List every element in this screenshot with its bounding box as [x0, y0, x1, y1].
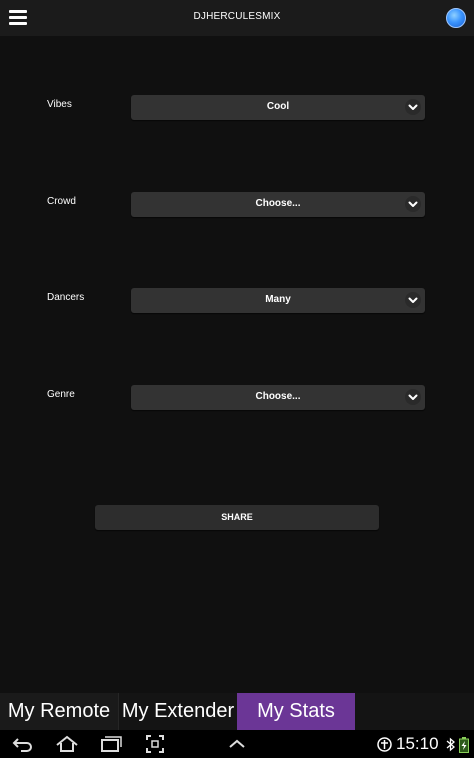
- genre-select[interactable]: Choose...: [131, 385, 425, 410]
- screen: DJHERCULESMIX Vibes Cool Crowd Choose...…: [0, 0, 474, 758]
- accessibility-icon: [377, 737, 392, 757]
- connection-status-dot[interactable]: [446, 8, 466, 28]
- tab-my-remote[interactable]: My Remote: [0, 693, 118, 730]
- crowd-select-value: Choose...: [255, 198, 301, 209]
- battery-charging-icon: [459, 737, 469, 758]
- chevron-up-icon[interactable]: [227, 734, 247, 758]
- vibes-select-value: Cool: [266, 101, 290, 112]
- form-row-crowd: Crowd Choose...: [0, 192, 474, 218]
- bluetooth-icon: [446, 737, 455, 757]
- form-row-genre: Genre Choose...: [0, 385, 474, 411]
- screenshot-icon[interactable]: [145, 734, 165, 758]
- dancers-label: Dancers: [47, 292, 85, 303]
- crowd-label: Crowd: [47, 196, 76, 207]
- chevron-down-icon: [405, 99, 421, 115]
- form-row-dancers: Dancers Many: [0, 288, 474, 314]
- form-row-vibes: Vibes Cool: [0, 95, 474, 121]
- tab-bar: My Remote My Extender My Stats: [0, 693, 474, 730]
- back-icon[interactable]: [12, 734, 34, 758]
- genre-select-value: Choose...: [255, 391, 301, 402]
- chevron-down-icon: [405, 292, 421, 308]
- clock: 15:10: [396, 734, 439, 753]
- system-navigation-bar: 15:10: [0, 730, 474, 758]
- chevron-down-icon: [405, 196, 421, 212]
- vibes-label: Vibes: [47, 99, 72, 110]
- tab-my-extender[interactable]: My Extender: [118, 693, 237, 730]
- dancers-select[interactable]: Many: [131, 288, 425, 313]
- genre-label: Genre: [47, 389, 75, 400]
- tab-my-stats[interactable]: My Stats: [237, 693, 355, 730]
- app-title: DJHERCULESMIX: [193, 11, 281, 22]
- crowd-select[interactable]: Choose...: [131, 192, 425, 217]
- home-icon[interactable]: [55, 734, 79, 758]
- share-button[interactable]: SHARE: [95, 505, 379, 530]
- recent-apps-icon[interactable]: [100, 734, 122, 758]
- chevron-down-icon: [405, 389, 421, 405]
- dancers-select-value: Many: [265, 294, 291, 305]
- vibes-select[interactable]: Cool: [131, 95, 425, 120]
- app-bar: DJHERCULESMIX: [0, 0, 474, 36]
